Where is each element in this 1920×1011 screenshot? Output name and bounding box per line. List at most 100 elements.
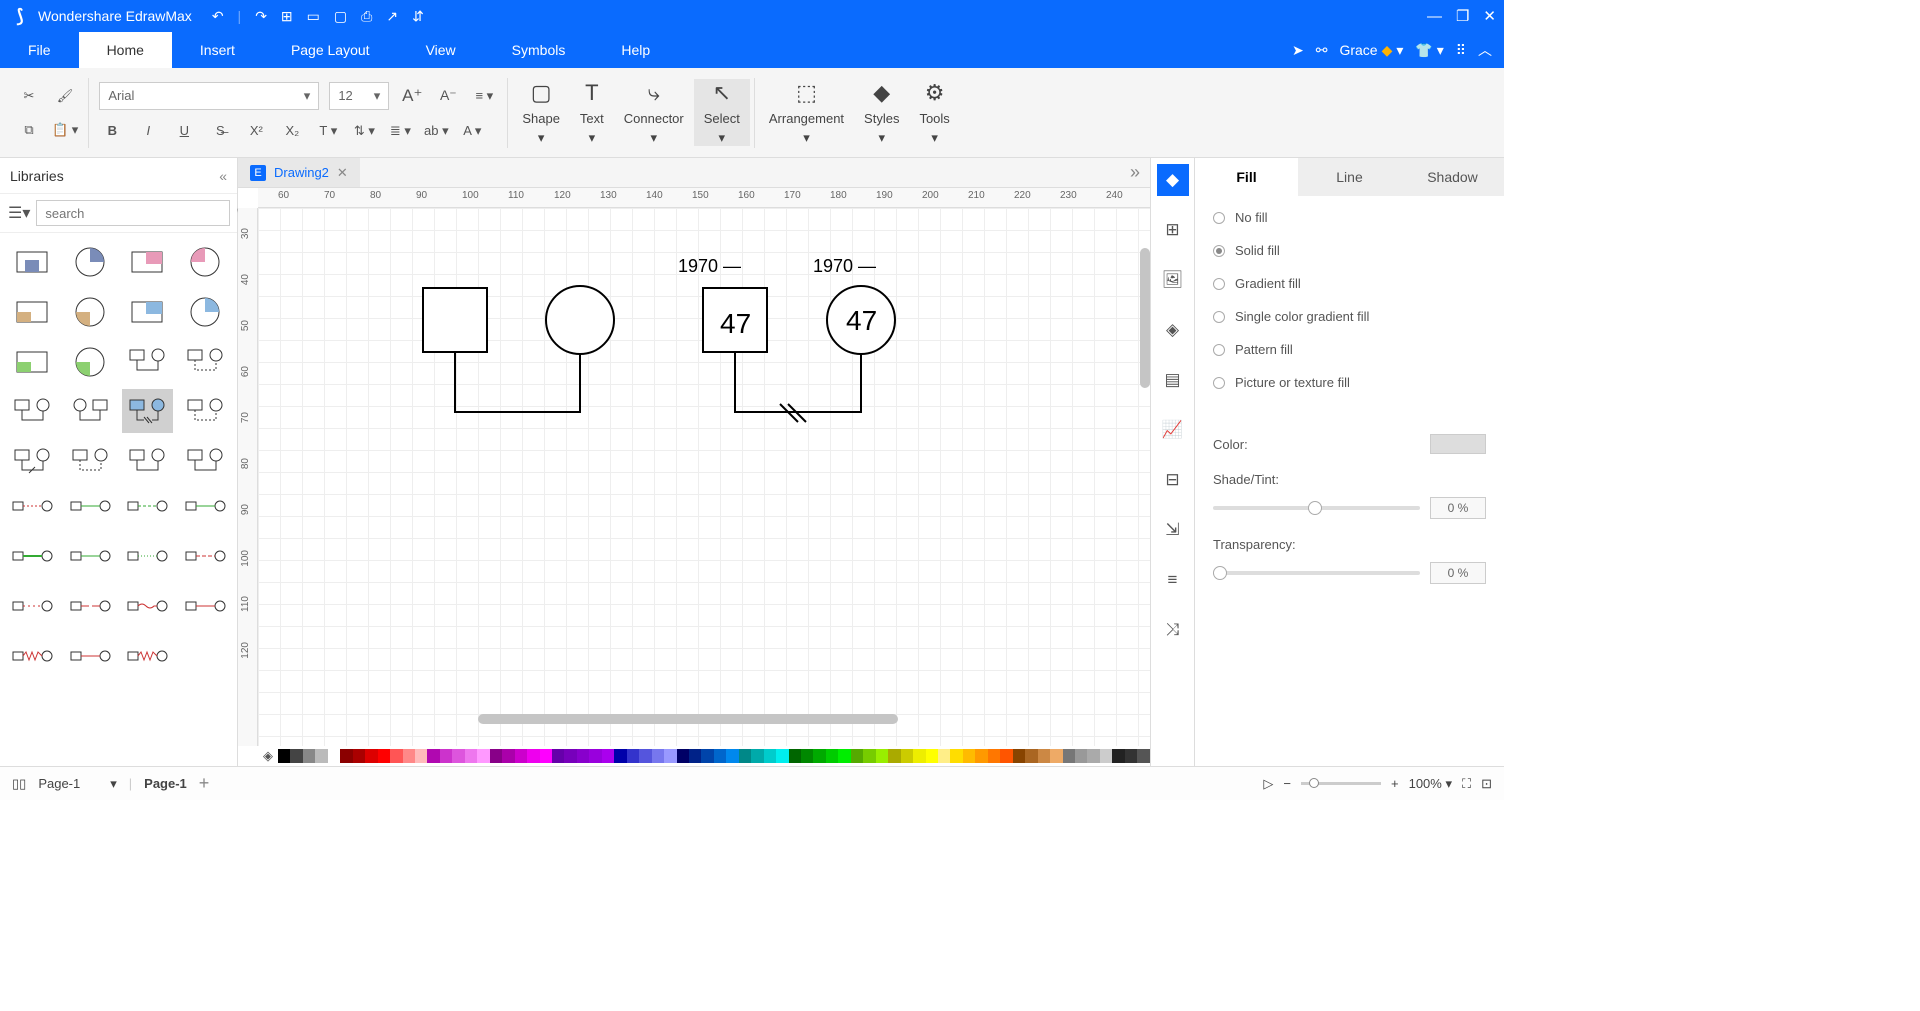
color-swatch[interactable] [1137, 749, 1149, 763]
page-tab[interactable]: Page-1 [144, 776, 187, 791]
shape-item[interactable] [122, 289, 174, 333]
shade-slider[interactable] [1213, 506, 1420, 510]
fill-color-swatch[interactable] [1430, 434, 1486, 454]
color-swatch[interactable] [614, 749, 626, 763]
shape-item[interactable] [122, 589, 174, 633]
shape-item[interactable] [64, 539, 116, 583]
line-spacing-button[interactable]: ⇅ ▾ [351, 118, 377, 144]
page-panel-icon[interactable]: ▤ [1157, 364, 1189, 396]
color-swatch[interactable] [801, 749, 813, 763]
shape-item[interactable] [179, 489, 231, 533]
apps-panel-icon[interactable]: ⊞ [1157, 214, 1189, 246]
shape-tool[interactable]: ▢Shape▾ [512, 79, 570, 146]
library-menu-icon[interactable]: ☰▾ [8, 203, 30, 223]
color-swatch[interactable] [577, 749, 589, 763]
select-tool[interactable]: ↖Select▾ [694, 79, 750, 146]
color-swatch[interactable] [602, 749, 614, 763]
color-swatch[interactable] [378, 749, 390, 763]
color-swatch[interactable] [901, 749, 913, 763]
menu-page-layout[interactable]: Page Layout [263, 32, 398, 68]
shape-item[interactable] [64, 339, 116, 383]
color-swatch[interactable] [552, 749, 564, 763]
fill-option-picture[interactable]: Picture or texture fill [1213, 375, 1486, 390]
arrangement-tool[interactable]: ⬚Arrangement▾ [759, 79, 854, 146]
align-button[interactable]: ≡ ▾ [471, 83, 497, 109]
fill-panel-icon[interactable]: ◆ [1157, 164, 1189, 196]
color-swatch[interactable] [739, 749, 751, 763]
color-swatch[interactable] [701, 749, 713, 763]
color-palette[interactable] [278, 749, 1150, 763]
color-swatch[interactable] [465, 749, 477, 763]
superscript-button[interactable]: X² [243, 118, 269, 144]
image-panel-icon[interactable]: 🖼 [1157, 264, 1189, 296]
fullscreen-icon[interactable]: ⊡ [1481, 776, 1492, 792]
color-swatch[interactable] [490, 749, 502, 763]
color-swatch[interactable] [627, 749, 639, 763]
color-swatch[interactable] [938, 749, 950, 763]
menu-insert[interactable]: Insert [172, 32, 263, 68]
export-icon[interactable]: ↗ [386, 8, 398, 25]
color-swatch[interactable] [1025, 749, 1037, 763]
tshirt-icon[interactable]: 👕 ▾ [1415, 42, 1443, 59]
font-color-button[interactable]: A ▾ [459, 118, 485, 144]
shape-item[interactable] [122, 539, 174, 583]
fit-page-icon[interactable]: ⛶ [1462, 776, 1471, 792]
shape-item[interactable] [64, 589, 116, 633]
color-swatch[interactable] [726, 749, 738, 763]
color-swatch[interactable] [813, 749, 825, 763]
fill-option-gradient[interactable]: Gradient fill [1213, 276, 1486, 291]
styles-tool[interactable]: ◆Styles▾ [854, 79, 909, 146]
shape-item[interactable] [64, 389, 116, 433]
shape-item[interactable] [6, 539, 58, 583]
paste-button[interactable]: 📋 ▾ [52, 117, 78, 143]
shade-value[interactable]: 0 % [1430, 497, 1486, 519]
color-swatch[interactable] [353, 749, 365, 763]
chart-panel-icon[interactable]: 📈 [1157, 414, 1189, 446]
color-swatch[interactable] [390, 749, 402, 763]
color-swatch[interactable] [1125, 749, 1137, 763]
vertical-scrollbar[interactable] [1140, 248, 1150, 388]
more-icon[interactable]: ⇵ [412, 8, 424, 25]
color-swatch[interactable] [1000, 749, 1012, 763]
strike-button[interactable]: S̶ [207, 118, 233, 144]
color-swatch[interactable] [851, 749, 863, 763]
print-icon[interactable]: ⎙ [361, 8, 372, 25]
color-swatch[interactable] [1112, 749, 1124, 763]
page-list-icon[interactable]: ▯▯ [12, 776, 26, 792]
shape-item[interactable] [179, 539, 231, 583]
color-swatch[interactable] [1013, 749, 1025, 763]
italic-button[interactable]: I [135, 118, 161, 144]
color-swatch[interactable] [764, 749, 776, 763]
underline-button[interactable]: U [171, 118, 197, 144]
shape-item[interactable] [6, 589, 58, 633]
color-swatch[interactable] [502, 749, 514, 763]
eyedropper-icon[interactable]: ◈ [258, 748, 278, 764]
color-swatch[interactable] [913, 749, 925, 763]
color-swatch[interactable] [776, 749, 788, 763]
bullets-button[interactable]: ≣ ▾ [387, 118, 413, 144]
text-tool[interactable]: TText▾ [570, 79, 614, 146]
zoom-slider[interactable] [1301, 782, 1381, 785]
panel-expand-button[interactable]: » [1120, 158, 1150, 187]
color-swatch[interactable] [826, 749, 838, 763]
layers-panel-icon[interactable]: ◈ [1157, 314, 1189, 346]
user-menu[interactable]: Grace ◆ ▾ [1339, 42, 1403, 59]
redo-icon[interactable]: ↷ [255, 8, 267, 25]
zoom-level[interactable]: 100% ▾ [1409, 776, 1452, 792]
page-select[interactable]: Page-1▾ [38, 776, 116, 792]
save-icon[interactable]: ▢ [334, 8, 347, 25]
color-swatch[interactable] [1038, 749, 1050, 763]
color-swatch[interactable] [975, 749, 987, 763]
color-swatch[interactable] [427, 749, 439, 763]
color-swatch[interactable] [328, 749, 340, 763]
color-swatch[interactable] [888, 749, 900, 763]
color-swatch[interactable] [415, 749, 427, 763]
horizontal-scrollbar[interactable] [478, 714, 898, 724]
menu-home[interactable]: Home [79, 32, 172, 68]
shape-item[interactable] [64, 639, 116, 683]
color-swatch[interactable] [926, 749, 938, 763]
shape-item[interactable] [179, 239, 231, 283]
transparency-value[interactable]: 0 % [1430, 562, 1486, 584]
color-swatch[interactable] [1100, 749, 1112, 763]
fill-option-single-gradient[interactable]: Single color gradient fill [1213, 309, 1486, 324]
